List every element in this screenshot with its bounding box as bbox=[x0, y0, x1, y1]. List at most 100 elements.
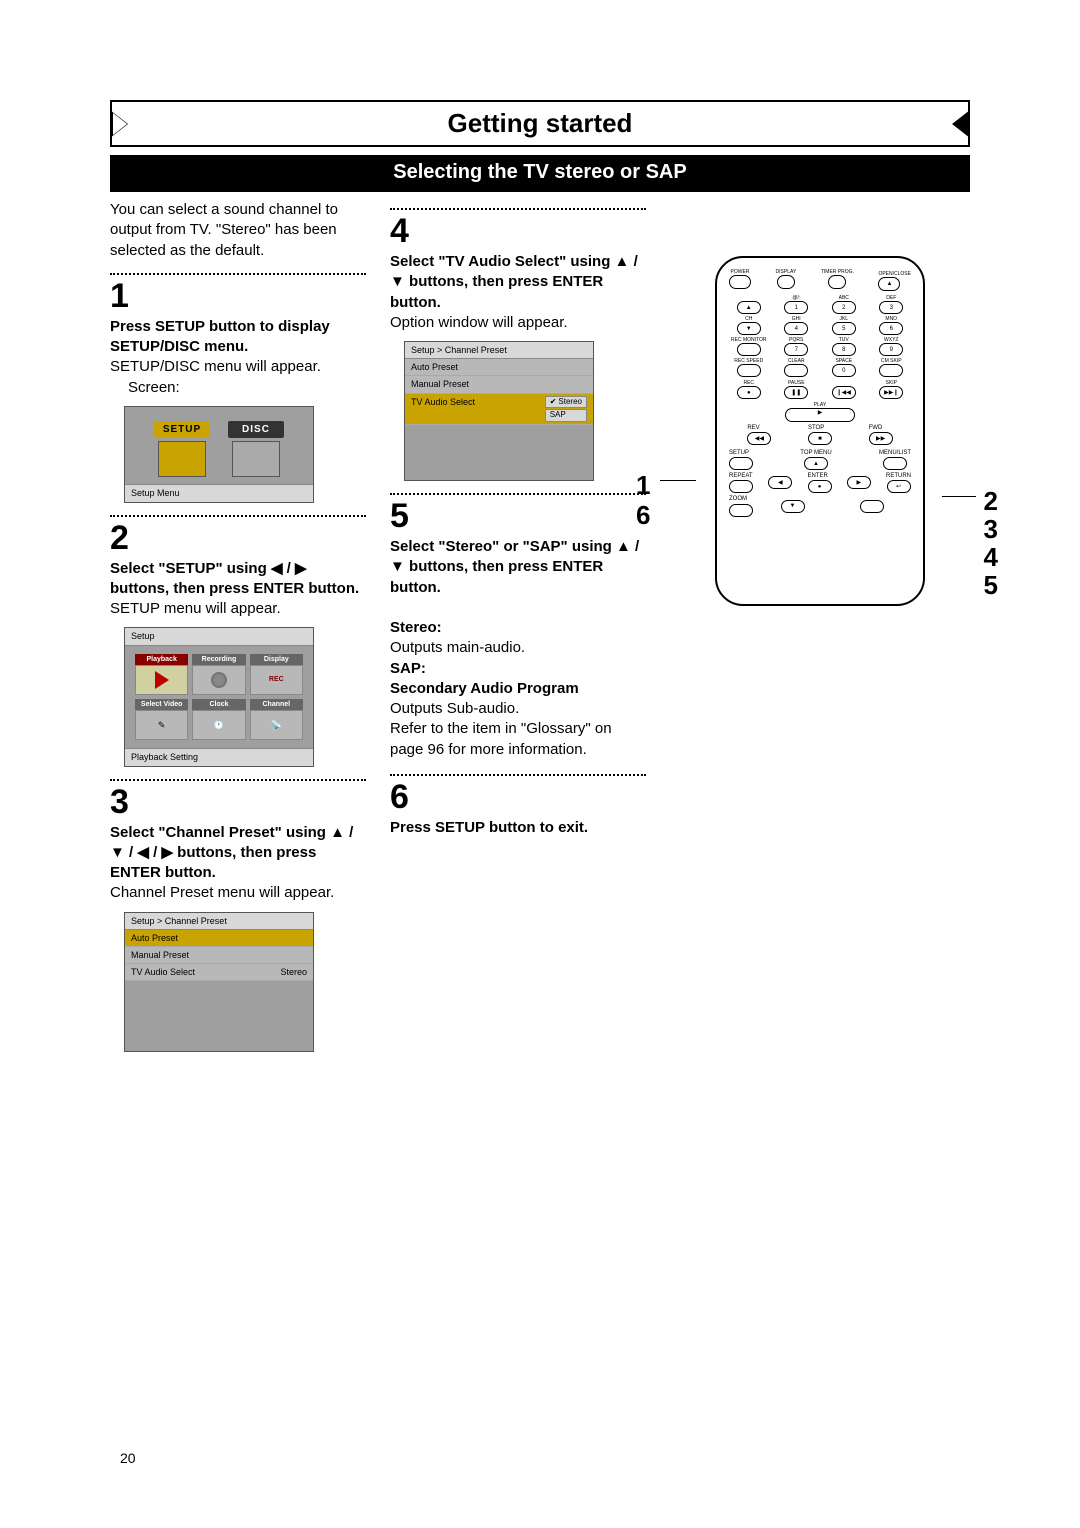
step-number-1: 1 bbox=[110, 279, 366, 313]
sap-desc: Outputs Sub-audio. bbox=[390, 699, 646, 719]
remote-recspeed bbox=[737, 364, 761, 377]
screen3-row3-value: Stereo bbox=[280, 966, 307, 978]
remote-play: ▶ bbox=[785, 408, 855, 422]
remote-menulist bbox=[883, 457, 907, 470]
play-icon bbox=[155, 671, 169, 689]
step5-heading: Select "Stereo" or "SAP" using ▲ / ▼ but… bbox=[390, 537, 646, 598]
remote-rec: ● bbox=[737, 386, 761, 399]
screen1-tab-setup: SETUP bbox=[154, 421, 210, 439]
screen4-row2: Manual Preset bbox=[411, 378, 587, 390]
remote-key-8: 8 bbox=[832, 343, 856, 356]
chapter-title: Getting started bbox=[112, 102, 968, 145]
step-number-6: 6 bbox=[390, 780, 646, 814]
screen3-row2: Manual Preset bbox=[131, 949, 307, 961]
remote-ch-up: ▲ bbox=[737, 301, 761, 314]
clock-icon: 🕐 bbox=[192, 710, 245, 740]
screen2-head: Setup bbox=[125, 628, 313, 645]
leader-line-right bbox=[942, 496, 976, 497]
remote-recmon bbox=[737, 343, 761, 356]
remote-key-4: 4 bbox=[784, 322, 808, 335]
step2-body: SETUP menu will appear. bbox=[110, 599, 366, 619]
step3-heading: Select "Channel Preset" using ▲ / ▼ / ◀ … bbox=[110, 823, 366, 884]
remote-key-3: 3 bbox=[879, 301, 903, 314]
down-arrow-icon: ▼ bbox=[390, 273, 405, 290]
right-arrow-icon: ▶ bbox=[161, 844, 173, 861]
remote-display-button bbox=[777, 275, 795, 289]
step3-body: Channel Preset menu will appear. bbox=[110, 883, 366, 903]
step4-heading: Select "TV Audio Select" using ▲ / ▼ but… bbox=[390, 252, 646, 313]
stereo-desc: Outputs main-audio. bbox=[390, 638, 646, 658]
step-number-5: 5 bbox=[390, 499, 646, 533]
left-arrow-icon: ◀ bbox=[137, 844, 149, 861]
screen2-cell-display: Display bbox=[250, 654, 303, 665]
remote-key-1: 1 bbox=[784, 301, 808, 314]
screen4-opt-sap: SAP bbox=[545, 409, 587, 422]
screen2-cell-clock: Clock bbox=[192, 699, 245, 710]
step2-heading: Select "SETUP" using ◀ / ▶ buttons, then… bbox=[110, 559, 366, 600]
remote-key-2: 2 bbox=[832, 301, 856, 314]
screen2-cell-selectvideo: Select Video bbox=[135, 699, 188, 710]
remote-rev: ◀◀ bbox=[747, 432, 771, 445]
sap-label1: SAP: bbox=[390, 659, 646, 679]
remote-skip-back: ❙◀◀ bbox=[832, 386, 856, 399]
column-left: You can select a sound channel to output… bbox=[110, 200, 366, 1063]
sap-label2: Secondary Audio Program bbox=[390, 679, 646, 699]
screen4-row1: Auto Preset bbox=[411, 361, 587, 373]
remote-control-diagram: POWER DISPLAY TIMER PROG. OPEN/CLOSE▲ ▲ … bbox=[715, 256, 925, 606]
up-arrow-icon: ▲ bbox=[616, 538, 631, 555]
remote-key-9: 9 bbox=[879, 343, 903, 356]
step4-body: Option window will appear. bbox=[390, 313, 646, 333]
record-icon bbox=[211, 672, 227, 688]
leader-line-left bbox=[660, 480, 696, 481]
remote-repeat bbox=[729, 480, 753, 493]
remote-key-0: 0 bbox=[832, 364, 856, 377]
divider bbox=[110, 515, 366, 517]
screen2-footer: Playback Setting bbox=[125, 748, 313, 765]
remote-right: ▶ bbox=[847, 476, 871, 489]
screen-setup-disc: SETUP DISC Setup Menu bbox=[124, 406, 314, 503]
chapter-banner: Getting started bbox=[110, 100, 970, 147]
remote-timer-button bbox=[828, 275, 846, 289]
down-arrow-icon: ▼ bbox=[390, 558, 405, 575]
divider bbox=[390, 208, 646, 210]
step1-screen-label: Screen: bbox=[110, 378, 366, 398]
down-arrow-icon: ▼ bbox=[110, 844, 125, 861]
antenna-icon: 📡 bbox=[250, 710, 303, 740]
stereo-label: Stereo: bbox=[390, 618, 646, 638]
callout-6: 6 bbox=[636, 498, 650, 533]
step-number-3: 3 bbox=[110, 785, 366, 819]
divider bbox=[110, 779, 366, 781]
screen1-footer: Setup Menu bbox=[125, 484, 313, 501]
remote-key-5: 5 bbox=[832, 322, 856, 335]
divider bbox=[390, 774, 646, 776]
divider bbox=[390, 493, 646, 495]
screen-tv-audio-select: Setup > Channel Preset Auto Preset Manua… bbox=[404, 341, 594, 481]
check-icon: ✔ bbox=[550, 397, 557, 408]
screen4-opt-stereo: ✔Stereo bbox=[545, 396, 587, 409]
screen4-row3: TV Audio Select bbox=[411, 396, 545, 423]
remote-skip-fwd: ▶▶❙ bbox=[879, 386, 903, 399]
remote-key-6: 6 bbox=[879, 322, 903, 335]
screen4-head: Setup > Channel Preset bbox=[405, 342, 593, 359]
callout-5: 5 bbox=[984, 568, 998, 603]
screen2-cell-playback: Playback bbox=[135, 654, 188, 665]
remote-key-7: 7 bbox=[784, 343, 808, 356]
step6-heading: Press SETUP button to exit. bbox=[390, 818, 646, 838]
step1-heading: Press SETUP button to display SETUP/DISC… bbox=[110, 317, 366, 358]
page-number: 20 bbox=[120, 1449, 136, 1468]
remote-open-button: ▲ bbox=[878, 277, 900, 291]
remote-down: ▼ bbox=[781, 500, 805, 513]
remote-return: ↩ bbox=[887, 480, 911, 493]
up-arrow-icon: ▲ bbox=[615, 253, 630, 270]
screen3-row1: Auto Preset bbox=[131, 932, 307, 944]
remote-ch-down: ▼ bbox=[737, 322, 761, 335]
screen2-cell-recording: Recording bbox=[192, 654, 245, 665]
remote-fwd: ▶▶ bbox=[869, 432, 893, 445]
right-arrow-icon: ▶ bbox=[295, 560, 307, 577]
section-title: Selecting the TV stereo or SAP bbox=[110, 155, 970, 192]
remote-zoom bbox=[729, 504, 753, 517]
step1-body: SETUP/DISC menu will appear. bbox=[110, 357, 366, 377]
step-number-4: 4 bbox=[390, 214, 646, 248]
glossary-ref: Refer to the item in "Glossary" on page … bbox=[390, 719, 646, 760]
remote-left: ◀ bbox=[768, 476, 792, 489]
